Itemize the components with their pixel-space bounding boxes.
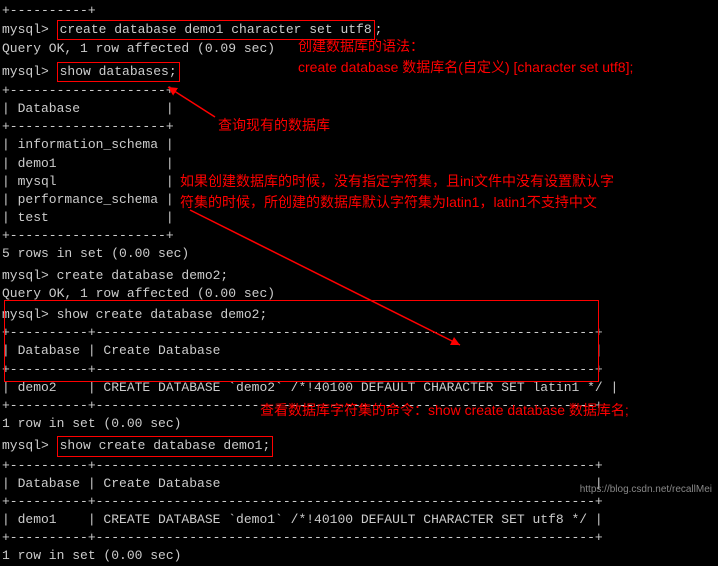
- note-syntax: 创建数据库的语法： create database 数据库名(自定义) [cha…: [298, 36, 633, 78]
- tb1-bot: +--------------------+: [2, 227, 716, 245]
- tb3-row: | demo1 | CREATE DATABASE `demo1` /*!401…: [2, 511, 716, 529]
- mysql-prompt: mysql>: [2, 22, 57, 37]
- db-row-2: | demo1 |: [2, 155, 716, 173]
- cmd1-semi: ;: [375, 22, 383, 37]
- note-3b: 符集的时候，所创建的数据库默认字符集为latin1，latin1不支持中文: [180, 194, 597, 210]
- row1b: 1 row in set (0.00 sec): [2, 547, 716, 565]
- tb3-top: +----------+----------------------------…: [2, 457, 716, 475]
- watermark: https://blog.csdn.net/recallMei: [580, 483, 712, 497]
- note-1b: create database 数据库名(自定义) [character set…: [298, 59, 633, 75]
- cmd2-text: show databases;: [60, 64, 177, 79]
- tb1-hdr: | Database |: [2, 100, 716, 118]
- db-row-1: | information_schema |: [2, 136, 716, 154]
- cmd5-line[interactable]: mysql> show create database demo1;: [2, 436, 716, 456]
- cmd5-text: show create database demo1;: [60, 438, 271, 453]
- mysql-prompt-3: mysql>: [2, 268, 57, 283]
- tb1-top: +--------------------+: [2, 82, 716, 100]
- cmd1-text: create database demo1 character set utf8: [60, 22, 372, 37]
- note-1a: 创建数据库的语法：: [298, 38, 424, 54]
- bigbox-demo2: [4, 300, 599, 382]
- cmd3-line[interactable]: mysql> create database demo2;: [2, 267, 716, 285]
- rows5: 5 rows in set (0.00 sec): [2, 245, 716, 263]
- cmd3-text: create database demo2;: [57, 268, 229, 283]
- line-top-border: +----------+: [2, 2, 716, 20]
- tb3-bot: +----------+----------------------------…: [2, 529, 716, 547]
- note-3a: 如果创建数据库的时候，没有指定字符集，且ini文件中没有设置默认字: [180, 173, 614, 189]
- tb1-mid: +--------------------+: [2, 118, 716, 136]
- note-query: 查询现有的数据库: [218, 115, 330, 136]
- note-showcreate: 查看数据库字符集的命令：show create database 数据库名;: [260, 400, 629, 421]
- mysql-prompt-2: mysql>: [2, 64, 57, 79]
- cmd2-box: show databases;: [57, 62, 180, 82]
- cmd5-box: show create database demo1;: [57, 436, 274, 456]
- mysql-prompt-5: mysql>: [2, 438, 57, 453]
- note-charset: 如果创建数据库的时候，没有指定字符集，且ini文件中没有设置默认字 符集的时候，…: [180, 171, 614, 213]
